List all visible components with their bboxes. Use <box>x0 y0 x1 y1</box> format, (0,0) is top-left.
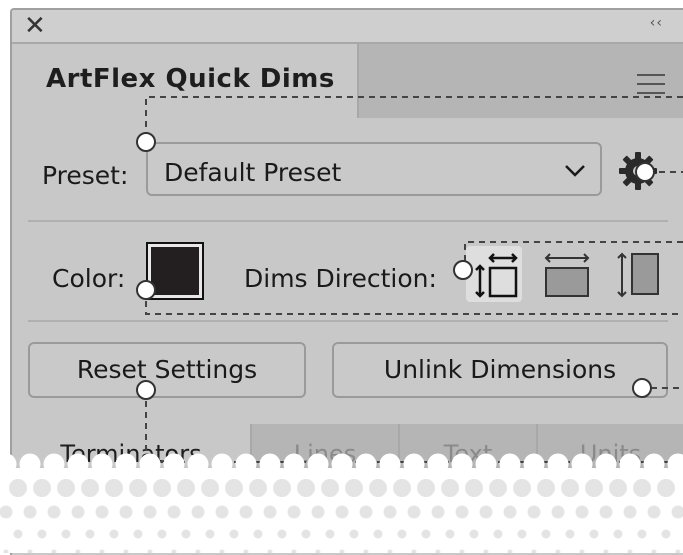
tab-lines[interactable]: Lines <box>252 424 400 484</box>
close-icon[interactable]: ✕ <box>24 11 46 41</box>
direction-horizontal-button[interactable] <box>540 246 596 302</box>
color-swatch[interactable] <box>146 242 204 300</box>
vertical-icon <box>608 246 664 302</box>
tab-terminators[interactable]: Terminators <box>12 424 252 484</box>
divider <box>28 320 668 322</box>
preset-dropdown[interactable]: Default Preset <box>146 142 602 196</box>
chevron-down-icon <box>564 164 586 178</box>
collapse-icon[interactable]: ‹‹ <box>650 15 663 31</box>
panel-tabbar: ArtFlex Quick Dims <box>12 44 683 118</box>
direction-both-button[interactable] <box>466 246 522 302</box>
gear-icon[interactable] <box>618 151 658 191</box>
panel-title: ArtFlex Quick Dims <box>46 64 335 94</box>
horizontal-icon <box>540 246 596 302</box>
sub-tab-bar: Terminators Lines Text Units <box>12 424 683 484</box>
preset-label: Preset: <box>42 161 128 190</box>
both-directions-icon <box>466 246 522 302</box>
hamburger-menu-icon[interactable] <box>637 74 665 94</box>
tab-units[interactable]: Units <box>538 424 683 484</box>
unlink-dimensions-button[interactable]: Unlink Dimensions <box>332 342 668 398</box>
panel-titlebar: ✕ ‹‹ <box>12 10 683 44</box>
color-label: Color: <box>52 264 125 293</box>
direction-vertical-button[interactable] <box>608 246 664 302</box>
divider <box>28 220 668 222</box>
tab-artflex-quick-dims[interactable]: ArtFlex Quick Dims <box>12 44 359 118</box>
preset-selected-value: Default Preset <box>164 158 341 187</box>
quick-dims-panel: ✕ ‹‹ ArtFlex Quick Dims Preset: Default … <box>10 8 683 555</box>
reset-settings-button[interactable]: Reset Settings <box>28 342 306 398</box>
dims-direction-label: Dims Direction: <box>244 264 437 293</box>
tab-text[interactable]: Text <box>400 424 538 484</box>
